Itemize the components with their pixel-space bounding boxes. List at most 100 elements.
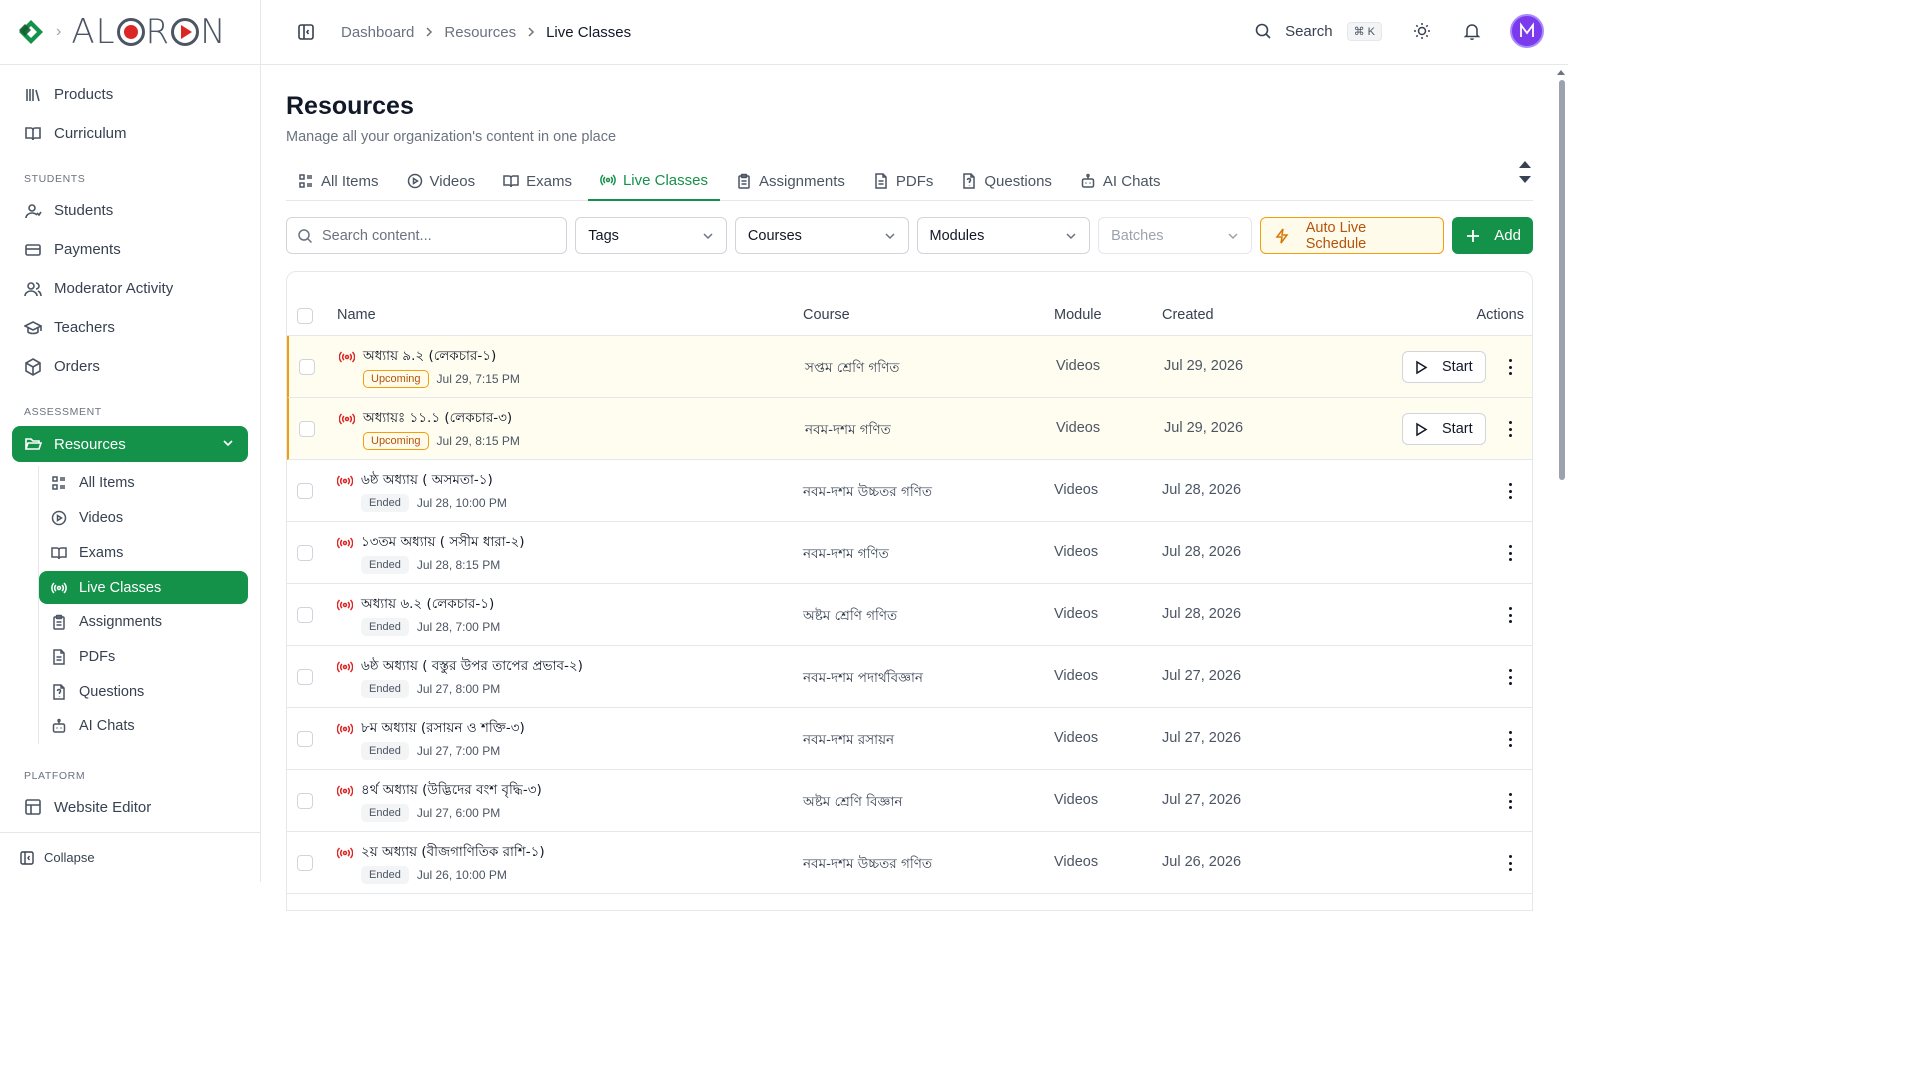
more-vertical-icon[interactable] xyxy=(1506,855,1514,871)
tab-ai-chats[interactable]: AI Chats xyxy=(1068,161,1173,201)
table-row[interactable]: ৮ম অধ্যায় (রসায়ন ও শক্তি-৩) Ended Jul … xyxy=(287,708,1532,770)
table-row[interactable]: অধ্যায় ৯.২ (লেকচার-১) Upcoming Jul 29, … xyxy=(287,336,1532,398)
start-button[interactable]: Start xyxy=(1402,413,1486,445)
live-broadcast-icon xyxy=(337,474,353,487)
tags-select[interactable]: Tags xyxy=(575,217,727,254)
sidebar-item-curriculum[interactable]: Curriculum xyxy=(12,114,248,153)
row-title[interactable]: অধ্যায় ৯.২ (লেকচার-১) xyxy=(339,345,496,368)
more-vertical-icon[interactable] xyxy=(1506,421,1514,437)
table-row[interactable]: অধ্যায় ৬.২ (লেকচার-১) Ended Jul 28, 7:0… xyxy=(287,584,1532,646)
sidebar-item-orders[interactable]: Orders xyxy=(12,347,248,386)
row-title[interactable]: ৬ষ্ঠ অধ্যায় ( অসমতা-১) xyxy=(337,469,493,492)
row-title[interactable]: ১৩তম অধ্যায় ( সসীম ধারা-২) xyxy=(337,531,525,554)
more-vertical-icon[interactable] xyxy=(1506,793,1514,809)
row-checkbox[interactable] xyxy=(297,855,313,871)
row-checkbox[interactable] xyxy=(297,793,313,809)
row-title[interactable]: ৬ষ্ঠ অধ্যায় ( বস্তুর উপর তাপের প্রভাব-২… xyxy=(337,655,583,678)
breadcrumb-resources[interactable]: Resources xyxy=(444,24,516,41)
sidebar-subitem-assignments[interactable]: Assignments xyxy=(39,605,248,640)
scrollbar-thumb[interactable] xyxy=(1559,80,1565,480)
row-title[interactable]: ৪র্থ অধ্যায় (উদ্ভিদের বংশ বৃদ্ধি-৩) xyxy=(337,779,542,802)
row-checkbox[interactable] xyxy=(297,669,313,685)
sidebar-item-website-editor[interactable]: Website Editor xyxy=(12,788,248,827)
sidebar-subitem-ai-chats[interactable]: AI Chats xyxy=(39,709,248,744)
sidebar-subitem-pdfs[interactable]: PDFs xyxy=(39,640,248,675)
modules-select[interactable]: Modules xyxy=(916,217,1091,254)
row-title[interactable]: অধ্যায়ঃ ১১.১ (লেকচার-৩) xyxy=(339,407,512,430)
row-checkbox[interactable] xyxy=(297,731,313,747)
more-vertical-icon[interactable] xyxy=(1506,607,1514,623)
brand-mark-icon[interactable] xyxy=(18,19,44,45)
search-input[interactable] xyxy=(322,227,552,244)
page-scrollbar[interactable] xyxy=(1554,66,1568,882)
breadcrumb-live-classes: Live Classes xyxy=(546,23,632,41)
tab-exams[interactable]: Exams xyxy=(491,161,584,201)
start-button[interactable]: Start xyxy=(1402,351,1486,383)
table-row[interactable]: ৪র্থ অধ্যায় (উদ্ভিদের বংশ বৃদ্ধি-৩) End… xyxy=(287,770,1532,832)
brand-logo[interactable]: AL R N xyxy=(71,12,226,52)
row-title[interactable]: ২য় অধ্যায় (বীজগাণিতিক রাশি-১) xyxy=(337,841,545,864)
breadcrumb-dashboard[interactable]: Dashboard xyxy=(341,24,414,41)
more-vertical-icon[interactable] xyxy=(1506,731,1514,747)
sidebar-item-teachers[interactable]: Teachers xyxy=(12,308,248,347)
scroll-up-arrow-icon[interactable] xyxy=(1519,161,1531,168)
column-header-course[interactable]: Course xyxy=(803,307,850,323)
sidebar-subitem-exams[interactable]: Exams xyxy=(39,535,248,570)
play-circle-icon xyxy=(51,510,67,526)
sidebar-subitem-live-classes[interactable]: Live Classes xyxy=(39,571,248,605)
table-row[interactable]: অধ্যায়ঃ ১১.১ (লেকচার-৩) Upcoming Jul 29… xyxy=(287,398,1532,460)
status-badge: Ended xyxy=(361,742,409,760)
table-row[interactable]: ৬ষ্ঠ অধ্যায় ( অসমতা-১) Ended Jul 28, 10… xyxy=(287,460,1532,522)
more-vertical-icon[interactable] xyxy=(1506,359,1514,375)
sidebar-item-payments[interactable]: Payments xyxy=(12,230,248,269)
tab-videos[interactable]: Videos xyxy=(395,161,488,201)
table-row[interactable]: ২য় অধ্যায় (বীজগাণিতিক রাশি-১) Ended Ju… xyxy=(287,832,1532,894)
collapse-button[interactable]: Collapse xyxy=(0,832,260,882)
tab-assignments[interactable]: Assignments xyxy=(724,161,857,201)
tab-all-items[interactable]: All Items xyxy=(286,161,391,201)
more-vertical-icon[interactable] xyxy=(1506,545,1514,561)
auto-live-schedule-button[interactable]: Auto Live Schedule xyxy=(1259,217,1445,254)
sidebar-item-students[interactable]: Students xyxy=(12,191,248,230)
search-label: Search xyxy=(1285,22,1333,40)
sidebar-subitem-videos[interactable]: Videos xyxy=(39,501,248,536)
sidebar-item-products[interactable]: Products xyxy=(12,75,248,114)
row-checkbox[interactable] xyxy=(297,607,313,623)
sidebar-item-moderator-activity[interactable]: Moderator Activity xyxy=(12,269,248,308)
row-checkbox[interactable] xyxy=(297,545,313,561)
courses-select[interactable]: Courses xyxy=(734,217,909,254)
more-vertical-icon[interactable] xyxy=(1506,483,1514,499)
bell-icon[interactable] xyxy=(1462,21,1482,41)
batches-select[interactable]: Batches xyxy=(1098,217,1252,254)
chevron-down-icon[interactable] xyxy=(222,436,234,453)
table-row[interactable]: ১৩তম অধ্যায় ( সসীম ধারা-২) Ended Jul 28… xyxy=(287,522,1532,584)
more-vertical-icon[interactable] xyxy=(1506,669,1514,685)
tab-label: PDFs xyxy=(895,172,934,190)
toggle-sidebar-icon[interactable] xyxy=(297,23,315,41)
sidebar-subitem-label: Assignments xyxy=(79,614,163,631)
row-checkbox[interactable] xyxy=(297,483,313,499)
row-title-text: ১৩তম অধ্যায় ( সসীম ধারা-২) xyxy=(361,534,525,550)
row-title[interactable]: অধ্যায় ৬.২ (লেকচার-১) xyxy=(337,593,494,616)
sidebar-item-resources[interactable]: Resources xyxy=(12,426,248,462)
scroll-up-arrow[interactable] xyxy=(1557,70,1565,75)
global-search-button[interactable]: Search ⌘ K xyxy=(1254,21,1382,41)
row-checkbox[interactable] xyxy=(299,359,315,375)
sun-icon[interactable] xyxy=(1412,21,1432,41)
avatar[interactable] xyxy=(1510,14,1544,48)
tab-live-classes[interactable]: Live Classes xyxy=(587,161,720,201)
column-header-name[interactable]: Name xyxy=(337,307,376,323)
column-header-module[interactable]: Module xyxy=(1054,307,1102,323)
select-all-checkbox[interactable] xyxy=(297,308,313,324)
sidebar-subitem-all-items[interactable]: All Items xyxy=(39,466,248,501)
table-row[interactable]: ৬ষ্ঠ অধ্যায় ( বস্তুর উপর তাপের প্রভাব-২… xyxy=(287,646,1532,708)
tab-questions[interactable]: Questions xyxy=(949,161,1064,201)
scroll-down-arrow-icon[interactable] xyxy=(1519,176,1531,183)
sidebar-subitem-questions[interactable]: Questions xyxy=(39,674,248,709)
row-checkbox[interactable] xyxy=(299,421,315,437)
row-title[interactable]: ৮ম অধ্যায় (রসায়ন ও শক্তি-৩) xyxy=(337,717,525,740)
add-button[interactable]: Add xyxy=(1452,217,1533,254)
column-header-created[interactable]: Created xyxy=(1162,307,1214,323)
tab-label: Live Classes xyxy=(622,171,708,189)
tab-pdfs[interactable]: PDFs xyxy=(861,161,946,201)
